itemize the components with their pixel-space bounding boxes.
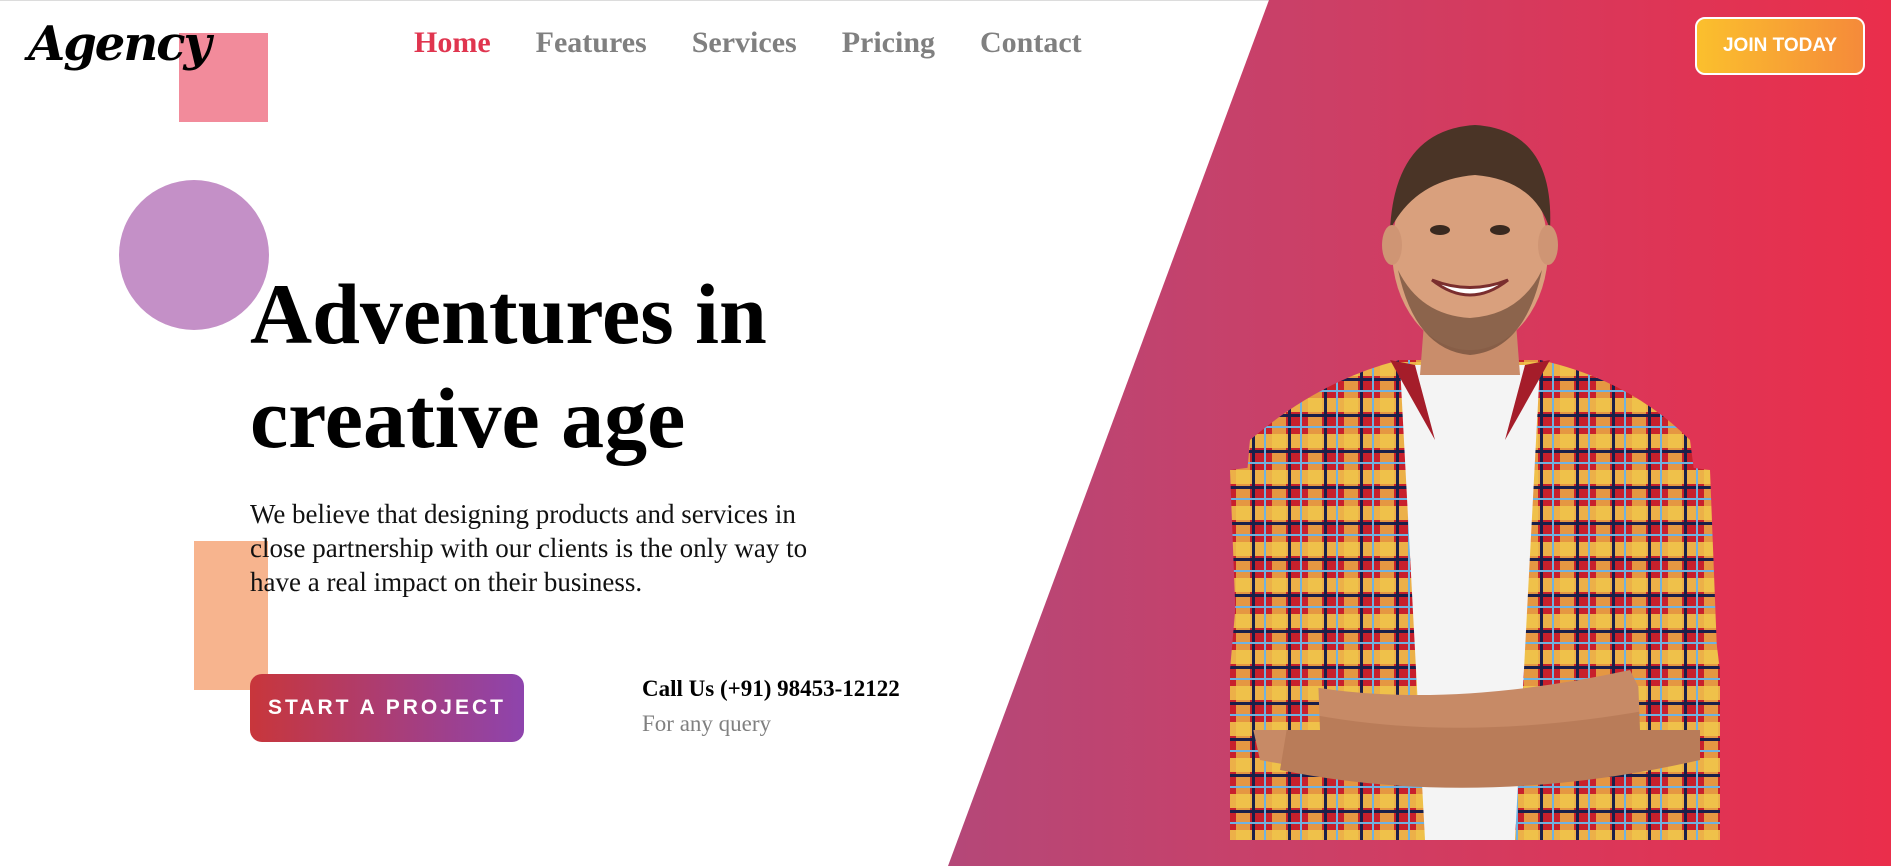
start-project-button[interactable]: START A PROJECT [250, 674, 524, 742]
hero-title-line-2: creative age [250, 370, 686, 466]
hero-description-line-1: We believe that designing products and s… [250, 499, 796, 529]
nav-item-home[interactable]: Home [414, 26, 491, 60]
decorative-purple-circle [119, 180, 269, 330]
nav-item-pricing[interactable]: Pricing [842, 26, 935, 60]
hero-title-line-1: Adventures in [250, 266, 767, 362]
query-caption: For any query [642, 711, 772, 736]
brand-logo[interactable]: Agency [28, 16, 211, 72]
main-nav: Home Features Services Pricing Contact [414, 26, 1127, 60]
hero-description: We believe that designing products and s… [250, 497, 900, 599]
nav-item-contact[interactable]: Contact [980, 26, 1082, 60]
join-today-button[interactable]: JOIN TODAY [1695, 17, 1865, 75]
call-us-text[interactable]: Call Us (+91) 98453-12122 [642, 676, 900, 702]
nav-item-services[interactable]: Services [692, 26, 797, 60]
smiling-man-plaid-shirt-icon [1230, 125, 1720, 840]
hero-title: Adventures in creative age [250, 262, 870, 470]
hero-description-line-2: close partnership with our clients is th… [250, 533, 808, 563]
nav-item-features[interactable]: Features [536, 26, 647, 60]
hero-description-line-3: have a real impact on their business. [250, 567, 643, 597]
